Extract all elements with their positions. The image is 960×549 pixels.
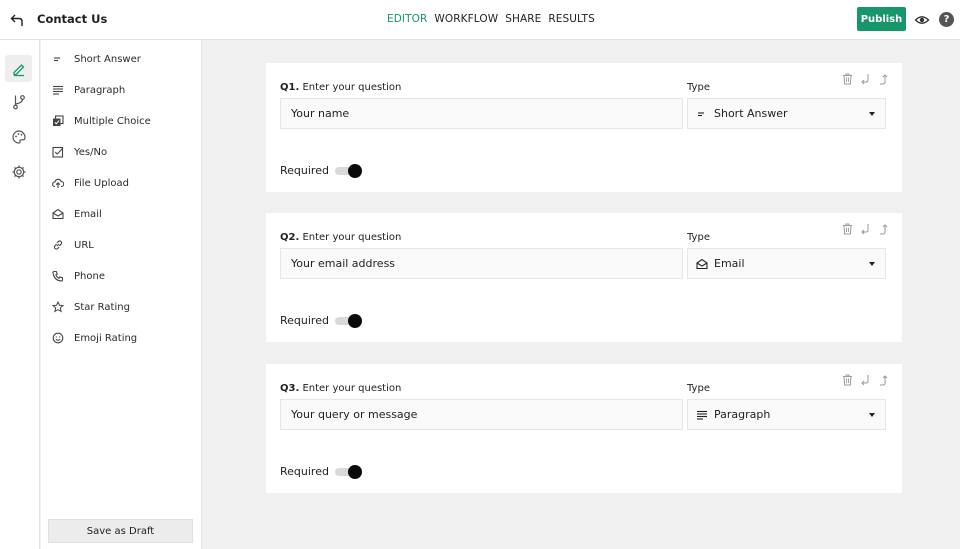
email-icon: [696, 258, 708, 270]
help-icon[interactable]: ?: [939, 12, 954, 27]
field-paragraph[interactable]: Paragraph: [41, 78, 201, 102]
required-toggle[interactable]: [335, 465, 363, 479]
type-select[interactable]: Email: [687, 248, 886, 279]
checkbox-icon: [51, 145, 65, 159]
short-answer-icon: [696, 108, 708, 120]
star-icon: [51, 300, 65, 314]
question-prompt: Enter your question: [302, 383, 402, 394]
move-up-icon[interactable]: [877, 73, 889, 85]
tab-editor[interactable]: EDITOR: [387, 13, 427, 25]
field-short-answer[interactable]: Short Answer: [41, 47, 201, 71]
question-prompt: Enter your question: [302, 232, 402, 243]
field-email[interactable]: Email: [41, 202, 201, 226]
phone-icon: [51, 269, 65, 283]
paragraph-icon: [51, 83, 65, 97]
publish-button[interactable]: Publish: [857, 7, 906, 31]
move-down-icon[interactable]: [859, 374, 871, 386]
tab-share[interactable]: SHARE: [505, 13, 541, 25]
field-label: Email: [74, 208, 102, 220]
field-label: Phone: [74, 270, 105, 282]
required-label: Required: [280, 164, 329, 177]
move-up-icon[interactable]: [877, 374, 889, 386]
move-down-icon[interactable]: [859, 223, 871, 235]
editor-pencil-icon[interactable]: [5, 55, 32, 82]
question-card-3: Q3. Enter your question Type Paragraph R…: [266, 364, 902, 493]
multiple-choice-icon: [51, 114, 65, 128]
settings-gear-icon[interactable]: [5, 158, 32, 185]
main-nav: EDITOR WORKFLOW SHARE RESULTS: [387, 13, 595, 25]
type-select[interactable]: Short Answer: [687, 98, 886, 129]
field-yes-no[interactable]: Yes/No: [41, 140, 201, 164]
delete-trash-icon[interactable]: [841, 73, 853, 85]
field-types-panel: Short Answer Paragraph Multiple Choice Y…: [41, 40, 202, 549]
question-input[interactable]: [280, 98, 683, 129]
field-label: URL: [74, 239, 94, 251]
required-toggle[interactable]: [335, 164, 363, 178]
short-answer-icon: [51, 52, 65, 66]
question-label: Q1. Enter your question: [280, 82, 401, 93]
question-prompt: Enter your question: [302, 82, 402, 93]
email-icon: [51, 207, 65, 221]
upload-icon: [51, 176, 65, 190]
tab-workflow[interactable]: WORKFLOW: [434, 13, 498, 25]
question-label: Q2. Enter your question: [280, 232, 401, 243]
field-phone[interactable]: Phone: [41, 264, 201, 288]
field-label: File Upload: [74, 177, 129, 189]
link-icon: [51, 238, 65, 252]
form-title: Contact Us: [37, 12, 108, 26]
type-label: Type: [687, 82, 710, 93]
move-up-icon[interactable]: [877, 223, 889, 235]
type-value: Email: [714, 257, 745, 270]
field-url[interactable]: URL: [41, 233, 201, 257]
required-label: Required: [280, 465, 329, 478]
question-number: Q3.: [280, 383, 300, 394]
question-card-1: Q1. Enter your question Type Short Answe…: [266, 63, 902, 192]
question-actions: [841, 73, 889, 85]
field-label: Multiple Choice: [74, 115, 151, 127]
question-input[interactable]: [280, 248, 683, 279]
question-card-2: Q2. Enter your question Type Email Requi…: [266, 213, 902, 342]
chevron-down-icon: [869, 262, 875, 266]
question-number: Q2.: [280, 232, 300, 243]
required-toggle[interactable]: [335, 314, 363, 328]
field-label: Paragraph: [74, 84, 126, 96]
field-label: Emoji Rating: [74, 332, 138, 344]
question-actions: [841, 374, 889, 386]
move-down-icon[interactable]: [859, 73, 871, 85]
delete-trash-icon[interactable]: [841, 374, 853, 386]
type-label: Type: [687, 383, 710, 394]
field-emoji-rating[interactable]: Emoji Rating: [41, 326, 201, 350]
side-rail: [0, 40, 40, 549]
emoji-icon: [51, 331, 65, 345]
type-select[interactable]: Paragraph: [687, 399, 886, 430]
question-number: Q1.: [280, 82, 300, 93]
save-draft-button[interactable]: Save as Draft: [48, 519, 193, 543]
type-value: Short Answer: [714, 107, 788, 120]
field-file-upload[interactable]: File Upload: [41, 171, 201, 195]
type-value: Paragraph: [714, 408, 771, 421]
preview-eye-icon[interactable]: [914, 12, 930, 28]
palette-icon[interactable]: [5, 123, 32, 150]
question-label: Q3. Enter your question: [280, 383, 401, 394]
tab-results[interactable]: RESULTS: [548, 13, 594, 25]
field-label: Yes/No: [74, 146, 108, 158]
required-label: Required: [280, 314, 329, 327]
field-multiple-choice[interactable]: Multiple Choice: [41, 109, 201, 133]
field-label: Star Rating: [74, 301, 130, 313]
question-input[interactable]: [280, 399, 683, 430]
field-label: Short Answer: [74, 53, 141, 65]
paragraph-icon: [696, 409, 708, 421]
chevron-down-icon: [869, 112, 875, 116]
branch-icon[interactable]: [5, 88, 32, 115]
question-actions: [841, 223, 889, 235]
delete-trash-icon[interactable]: [841, 223, 853, 235]
field-star-rating[interactable]: Star Rating: [41, 295, 201, 319]
top-bar: Contact Us EDITOR WORKFLOW SHARE RESULTS…: [0, 0, 960, 40]
chevron-down-icon: [869, 413, 875, 417]
back-arrow-icon[interactable]: [8, 11, 26, 29]
type-label: Type: [687, 232, 710, 243]
